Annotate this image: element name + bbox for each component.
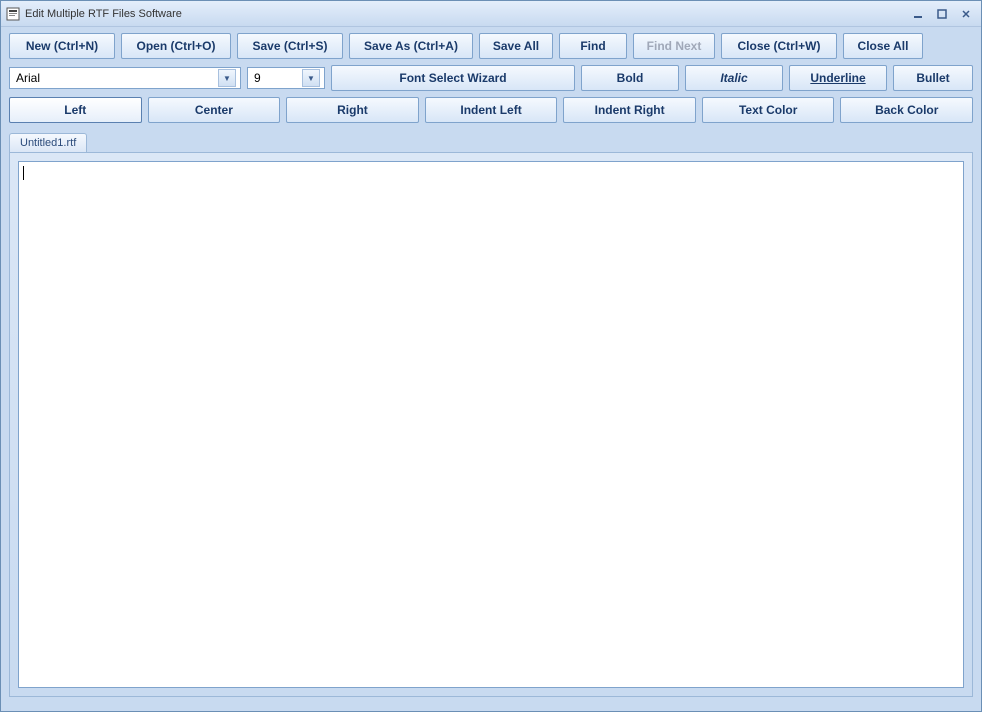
text-caret bbox=[23, 166, 24, 180]
indent-right-button[interactable]: Indent Right bbox=[563, 97, 696, 123]
dropdown-arrow-icon[interactable]: ▼ bbox=[218, 69, 236, 87]
window-controls bbox=[907, 6, 977, 22]
find-next-button[interactable]: Find Next bbox=[633, 33, 715, 59]
align-center-button[interactable]: Center bbox=[148, 97, 281, 123]
editor-container bbox=[9, 152, 973, 697]
save-as-button[interactable]: Save As (Ctrl+A) bbox=[349, 33, 473, 59]
document-tab[interactable]: Untitled1.rtf bbox=[9, 133, 87, 152]
app-window: Edit Multiple RTF Files Software New (Ct… bbox=[0, 0, 982, 712]
italic-button[interactable]: Italic bbox=[685, 65, 783, 91]
app-icon bbox=[5, 6, 21, 22]
bullet-button[interactable]: Bullet bbox=[893, 65, 973, 91]
font-name-value: Arial bbox=[16, 71, 214, 85]
app-body: New (Ctrl+N) Open (Ctrl+O) Save (Ctrl+S)… bbox=[1, 27, 981, 711]
bold-button[interactable]: Bold bbox=[581, 65, 679, 91]
find-button[interactable]: Find bbox=[559, 33, 627, 59]
font-wizard-button[interactable]: Font Select Wizard bbox=[331, 65, 575, 91]
font-size-select[interactable]: 9 ▼ bbox=[247, 67, 325, 89]
tab-bar: Untitled1.rtf bbox=[9, 133, 973, 152]
text-editor[interactable] bbox=[18, 161, 964, 688]
save-button[interactable]: Save (Ctrl+S) bbox=[237, 33, 343, 59]
indent-left-button[interactable]: Indent Left bbox=[425, 97, 558, 123]
underline-button[interactable]: Underline bbox=[789, 65, 887, 91]
font-name-select[interactable]: Arial ▼ bbox=[9, 67, 241, 89]
align-left-button[interactable]: Left bbox=[9, 97, 142, 123]
close-button[interactable]: Close (Ctrl+W) bbox=[721, 33, 837, 59]
font-size-value: 9 bbox=[254, 71, 298, 85]
maximize-button[interactable] bbox=[931, 6, 953, 22]
dropdown-arrow-icon[interactable]: ▼ bbox=[302, 69, 320, 87]
close-all-button[interactable]: Close All bbox=[843, 33, 923, 59]
align-right-button[interactable]: Right bbox=[286, 97, 419, 123]
text-color-button[interactable]: Text Color bbox=[702, 97, 835, 123]
back-color-button[interactable]: Back Color bbox=[840, 97, 973, 123]
minimize-button[interactable] bbox=[907, 6, 929, 22]
close-window-button[interactable] bbox=[955, 6, 977, 22]
new-button[interactable]: New (Ctrl+N) bbox=[9, 33, 115, 59]
titlebar: Edit Multiple RTF Files Software bbox=[1, 1, 981, 27]
toolbar-row-1: New (Ctrl+N) Open (Ctrl+O) Save (Ctrl+S)… bbox=[9, 33, 973, 59]
toolbar-row-2: Arial ▼ 9 ▼ Font Select Wizard Bold Ital… bbox=[9, 65, 973, 91]
open-button[interactable]: Open (Ctrl+O) bbox=[121, 33, 231, 59]
save-all-button[interactable]: Save All bbox=[479, 33, 553, 59]
window-title: Edit Multiple RTF Files Software bbox=[25, 8, 907, 20]
toolbar-row-3: Left Center Right Indent Left Indent Rig… bbox=[9, 97, 973, 123]
